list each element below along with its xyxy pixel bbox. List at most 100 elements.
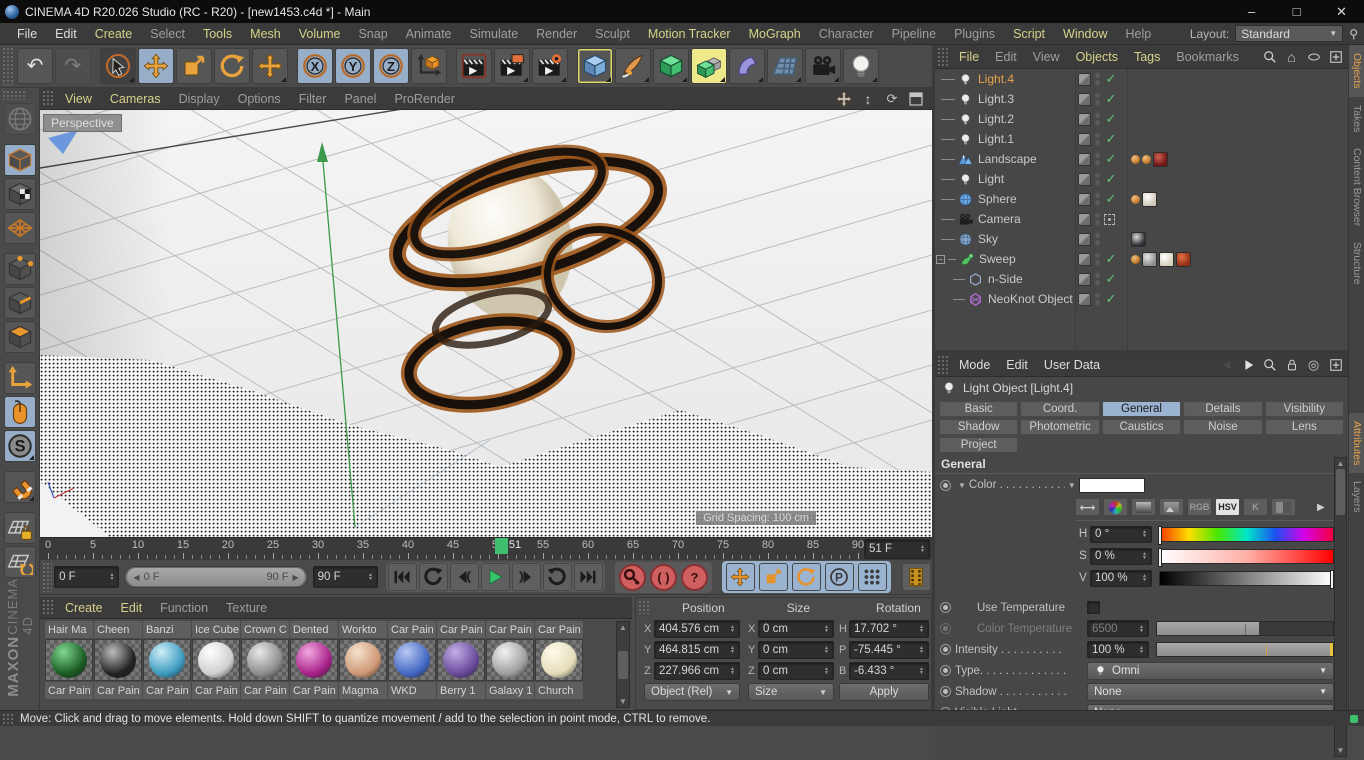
frame-range-slider[interactable]: ◀ 0 F 90 F ▶: [124, 566, 307, 588]
maximize-button[interactable]: □: [1274, 0, 1319, 23]
material-label[interactable]: Car Pain: [143, 682, 191, 699]
close-button[interactable]: ✕: [1319, 0, 1364, 23]
keyframe-selection-button[interactable]: [902, 563, 931, 591]
menu-render[interactable]: Render: [527, 27, 586, 41]
material-thumbnail-car-pain[interactable]: [241, 639, 289, 681]
color-mode-compact-button[interactable]: ⟷: [1075, 498, 1100, 516]
visibility-dots[interactable]: [1095, 133, 1100, 145]
search-icon[interactable]: [1262, 49, 1277, 64]
attribute-tab-shadow[interactable]: Shadow: [939, 419, 1018, 435]
enabled-check-icon[interactable]: ✓: [1104, 71, 1118, 87]
toggle-view-icon[interactable]: [908, 91, 924, 107]
material-tag-icon[interactable]: [1131, 232, 1146, 247]
visibility-dots[interactable]: [1095, 173, 1100, 185]
rotation-h-field[interactable]: 17.702 °▲▼: [849, 620, 929, 638]
value-gradient-bar[interactable]: [1159, 571, 1334, 586]
model-mode-button[interactable]: [4, 144, 36, 176]
edges-mode-button[interactable]: [4, 287, 36, 319]
spinner-icon[interactable]: ▲▼: [821, 667, 829, 675]
lock-x-axis-button[interactable]: X: [297, 48, 333, 84]
scroll-down-icon[interactable]: ▼: [619, 697, 627, 706]
material-label[interactable]: Car Pain: [45, 682, 93, 699]
goto-end-button[interactable]: [574, 563, 603, 591]
object-menu-edit[interactable]: Edit: [987, 50, 1025, 64]
add-generator-button[interactable]: [691, 48, 727, 84]
material-menu-function[interactable]: Function: [151, 601, 217, 615]
hue-field[interactable]: 0 ° ▲▼: [1090, 526, 1152, 543]
viewport-menu-filter[interactable]: Filter: [290, 92, 336, 106]
layer-chip[interactable]: [1078, 153, 1091, 166]
object-menu-tags[interactable]: Tags: [1126, 50, 1168, 64]
material-label[interactable]: Dented: [290, 621, 338, 638]
attribute-menu-edit[interactable]: Edit: [998, 358, 1036, 372]
menu-animate[interactable]: Animate: [397, 27, 461, 41]
material-label[interactable]: Workto: [339, 621, 387, 638]
dock-tab-layers[interactable]: Layers: [1349, 473, 1364, 521]
toolbar-grip[interactable]: [2, 47, 14, 85]
intensity-field[interactable]: 100 % ▲▼: [1087, 641, 1149, 658]
menu-edit[interactable]: Edit: [46, 27, 86, 41]
record-parameter-button[interactable]: P: [825, 563, 854, 591]
position-x-field[interactable]: 404.576 cm▲▼: [654, 620, 740, 638]
live-selection-button[interactable]: [100, 48, 136, 84]
menu-mesh[interactable]: Mesh: [241, 27, 290, 41]
view-label[interactable]: Perspective: [43, 114, 122, 132]
pan-view-icon[interactable]: [836, 91, 852, 107]
minimize-button[interactable]: –: [1229, 0, 1274, 23]
apply-button[interactable]: Apply: [839, 683, 929, 701]
dock-tab-objects[interactable]: Objects: [1349, 45, 1364, 97]
size-mode-dropdown[interactable]: Size▼: [748, 683, 834, 701]
menu-file[interactable]: File: [8, 27, 46, 41]
timeline-ruler[interactable]: 05101520253035404550556065707580859051 5…: [40, 537, 932, 560]
rotation-b-field[interactable]: -6.433 °▲▼: [849, 662, 929, 680]
make-editable-button[interactable]: [4, 103, 36, 135]
menu-sculpt[interactable]: Sculpt: [586, 27, 639, 41]
attribute-tab-visibility[interactable]: Visibility: [1265, 401, 1344, 417]
position-y-field[interactable]: 464.815 cm▲▼: [654, 641, 740, 659]
menu-create[interactable]: Create: [86, 27, 142, 41]
enable-axis-modification-button[interactable]: [4, 362, 36, 394]
hue-gradient-bar[interactable]: [1159, 527, 1334, 542]
viewport-menu-display[interactable]: Display: [170, 92, 229, 106]
attribute-menu-mode[interactable]: Mode: [951, 358, 998, 372]
materials-grip[interactable]: [42, 599, 54, 616]
material-thumbnail-magma[interactable]: [339, 639, 387, 681]
color-mode-mixer-button[interactable]: [1271, 498, 1296, 516]
viewport-solo-button[interactable]: S: [4, 430, 36, 462]
current-frame-marker[interactable]: [495, 538, 508, 554]
layer-chip[interactable]: [1078, 193, 1091, 206]
add-environment-button[interactable]: [767, 48, 803, 84]
color-mode-wheel-button[interactable]: [1103, 498, 1128, 516]
scroll-up-icon[interactable]: ▲: [1337, 459, 1345, 468]
material-thumbnail-car-pain[interactable]: [94, 639, 142, 681]
attribute-tab-details[interactable]: Details: [1183, 401, 1262, 417]
eye-icon[interactable]: [1306, 49, 1321, 64]
spinner-icon[interactable]: ▲▼: [727, 625, 735, 633]
attribute-tab-noise[interactable]: Noise: [1183, 419, 1262, 435]
color-mode-RGB-button[interactable]: RGB: [1187, 498, 1212, 516]
goto-start-button[interactable]: [388, 563, 417, 591]
start-frame-field[interactable]: 0 F ▲▼: [54, 566, 119, 588]
tweak-mode-button[interactable]: [4, 396, 36, 428]
visibility-dots[interactable]: [1095, 153, 1100, 165]
play-forwards-button[interactable]: [481, 563, 510, 591]
attribute-tab-project[interactable]: Project: [939, 437, 1018, 453]
menu-pipeline[interactable]: Pipeline: [883, 27, 945, 41]
rotate-tool-button[interactable]: [214, 48, 250, 84]
color-mode-HSV-button[interactable]: HSV: [1215, 498, 1240, 516]
layer-chip[interactable]: [1078, 113, 1091, 126]
workplane-button[interactable]: [4, 546, 36, 578]
dock-tab-takes[interactable]: Takes: [1349, 97, 1364, 140]
object-menu-bookmarks[interactable]: Bookmarks: [1168, 50, 1247, 64]
lock-icon[interactable]: [1284, 357, 1299, 372]
material-thumbnail-church[interactable]: [535, 639, 583, 681]
viewport-menu-options[interactable]: Options: [229, 92, 290, 106]
material-menu-edit[interactable]: Edit: [112, 601, 152, 615]
material-label[interactable]: Ice Cube: [192, 621, 240, 638]
viewport-menu-view[interactable]: View: [56, 92, 101, 106]
materials-scrollbar[interactable]: ▲ ▼: [616, 621, 630, 708]
caret-icon[interactable]: ▼: [958, 481, 966, 490]
material-label[interactable]: Car Pain: [192, 682, 240, 699]
object-row-light[interactable]: Light✓: [935, 169, 1348, 189]
intensity-slider[interactable]: [1156, 642, 1334, 657]
